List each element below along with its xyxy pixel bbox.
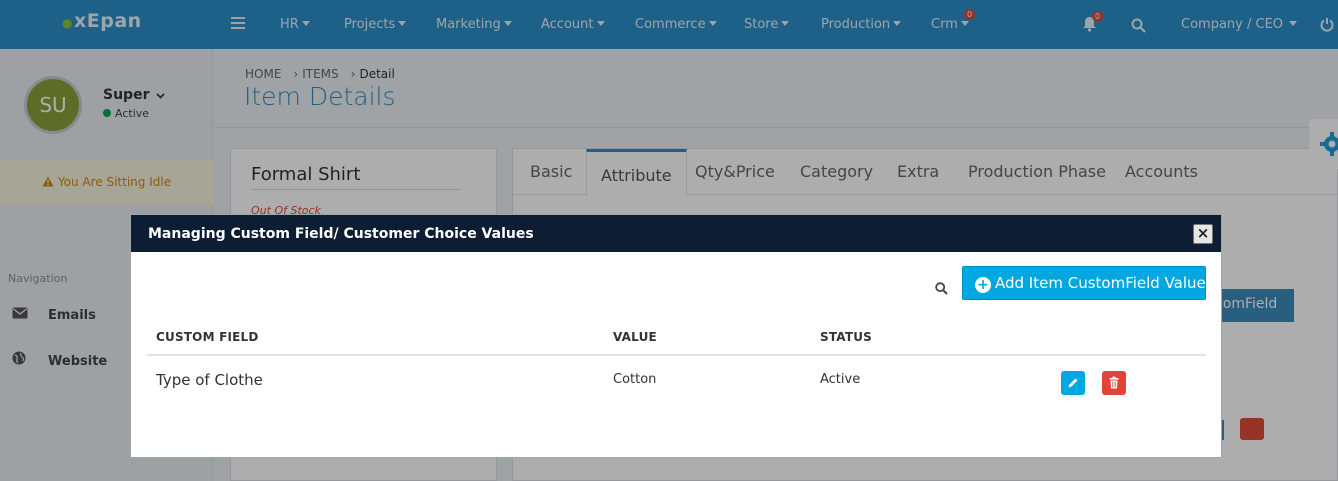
modal-title: Managing Custom Field/ Customer Choice V… (148, 226, 534, 242)
table-row: Type of Clothe Cotton Active (147, 357, 1206, 409)
add-item-customfield-value-button[interactable]: + Add Item CustomField Value (962, 266, 1206, 300)
cell-status: Active (820, 372, 861, 387)
modal-header: Managing Custom Field/ Customer Choice V… (131, 215, 1221, 252)
edit-button[interactable] (1061, 371, 1085, 395)
delete-button[interactable] (1102, 371, 1126, 395)
plus-circle-icon: + (975, 277, 991, 293)
search-icon[interactable] (935, 280, 948, 299)
close-icon[interactable]: × (1193, 224, 1213, 244)
trash-icon (1109, 376, 1119, 389)
custom-field-values-dialog: Managing Custom Field/ Customer Choice V… (130, 214, 1222, 458)
cell-value: Cotton (613, 372, 657, 387)
table-header: CUSTOM FIELD VALUE STATUS (147, 323, 1206, 356)
column-header-custom-field: CUSTOM FIELD (156, 330, 259, 344)
column-header-value: VALUE (613, 330, 657, 344)
column-header-status: STATUS (820, 330, 873, 344)
pencil-icon (1068, 378, 1078, 388)
cell-custom-field: Type of Clothe (156, 371, 263, 389)
